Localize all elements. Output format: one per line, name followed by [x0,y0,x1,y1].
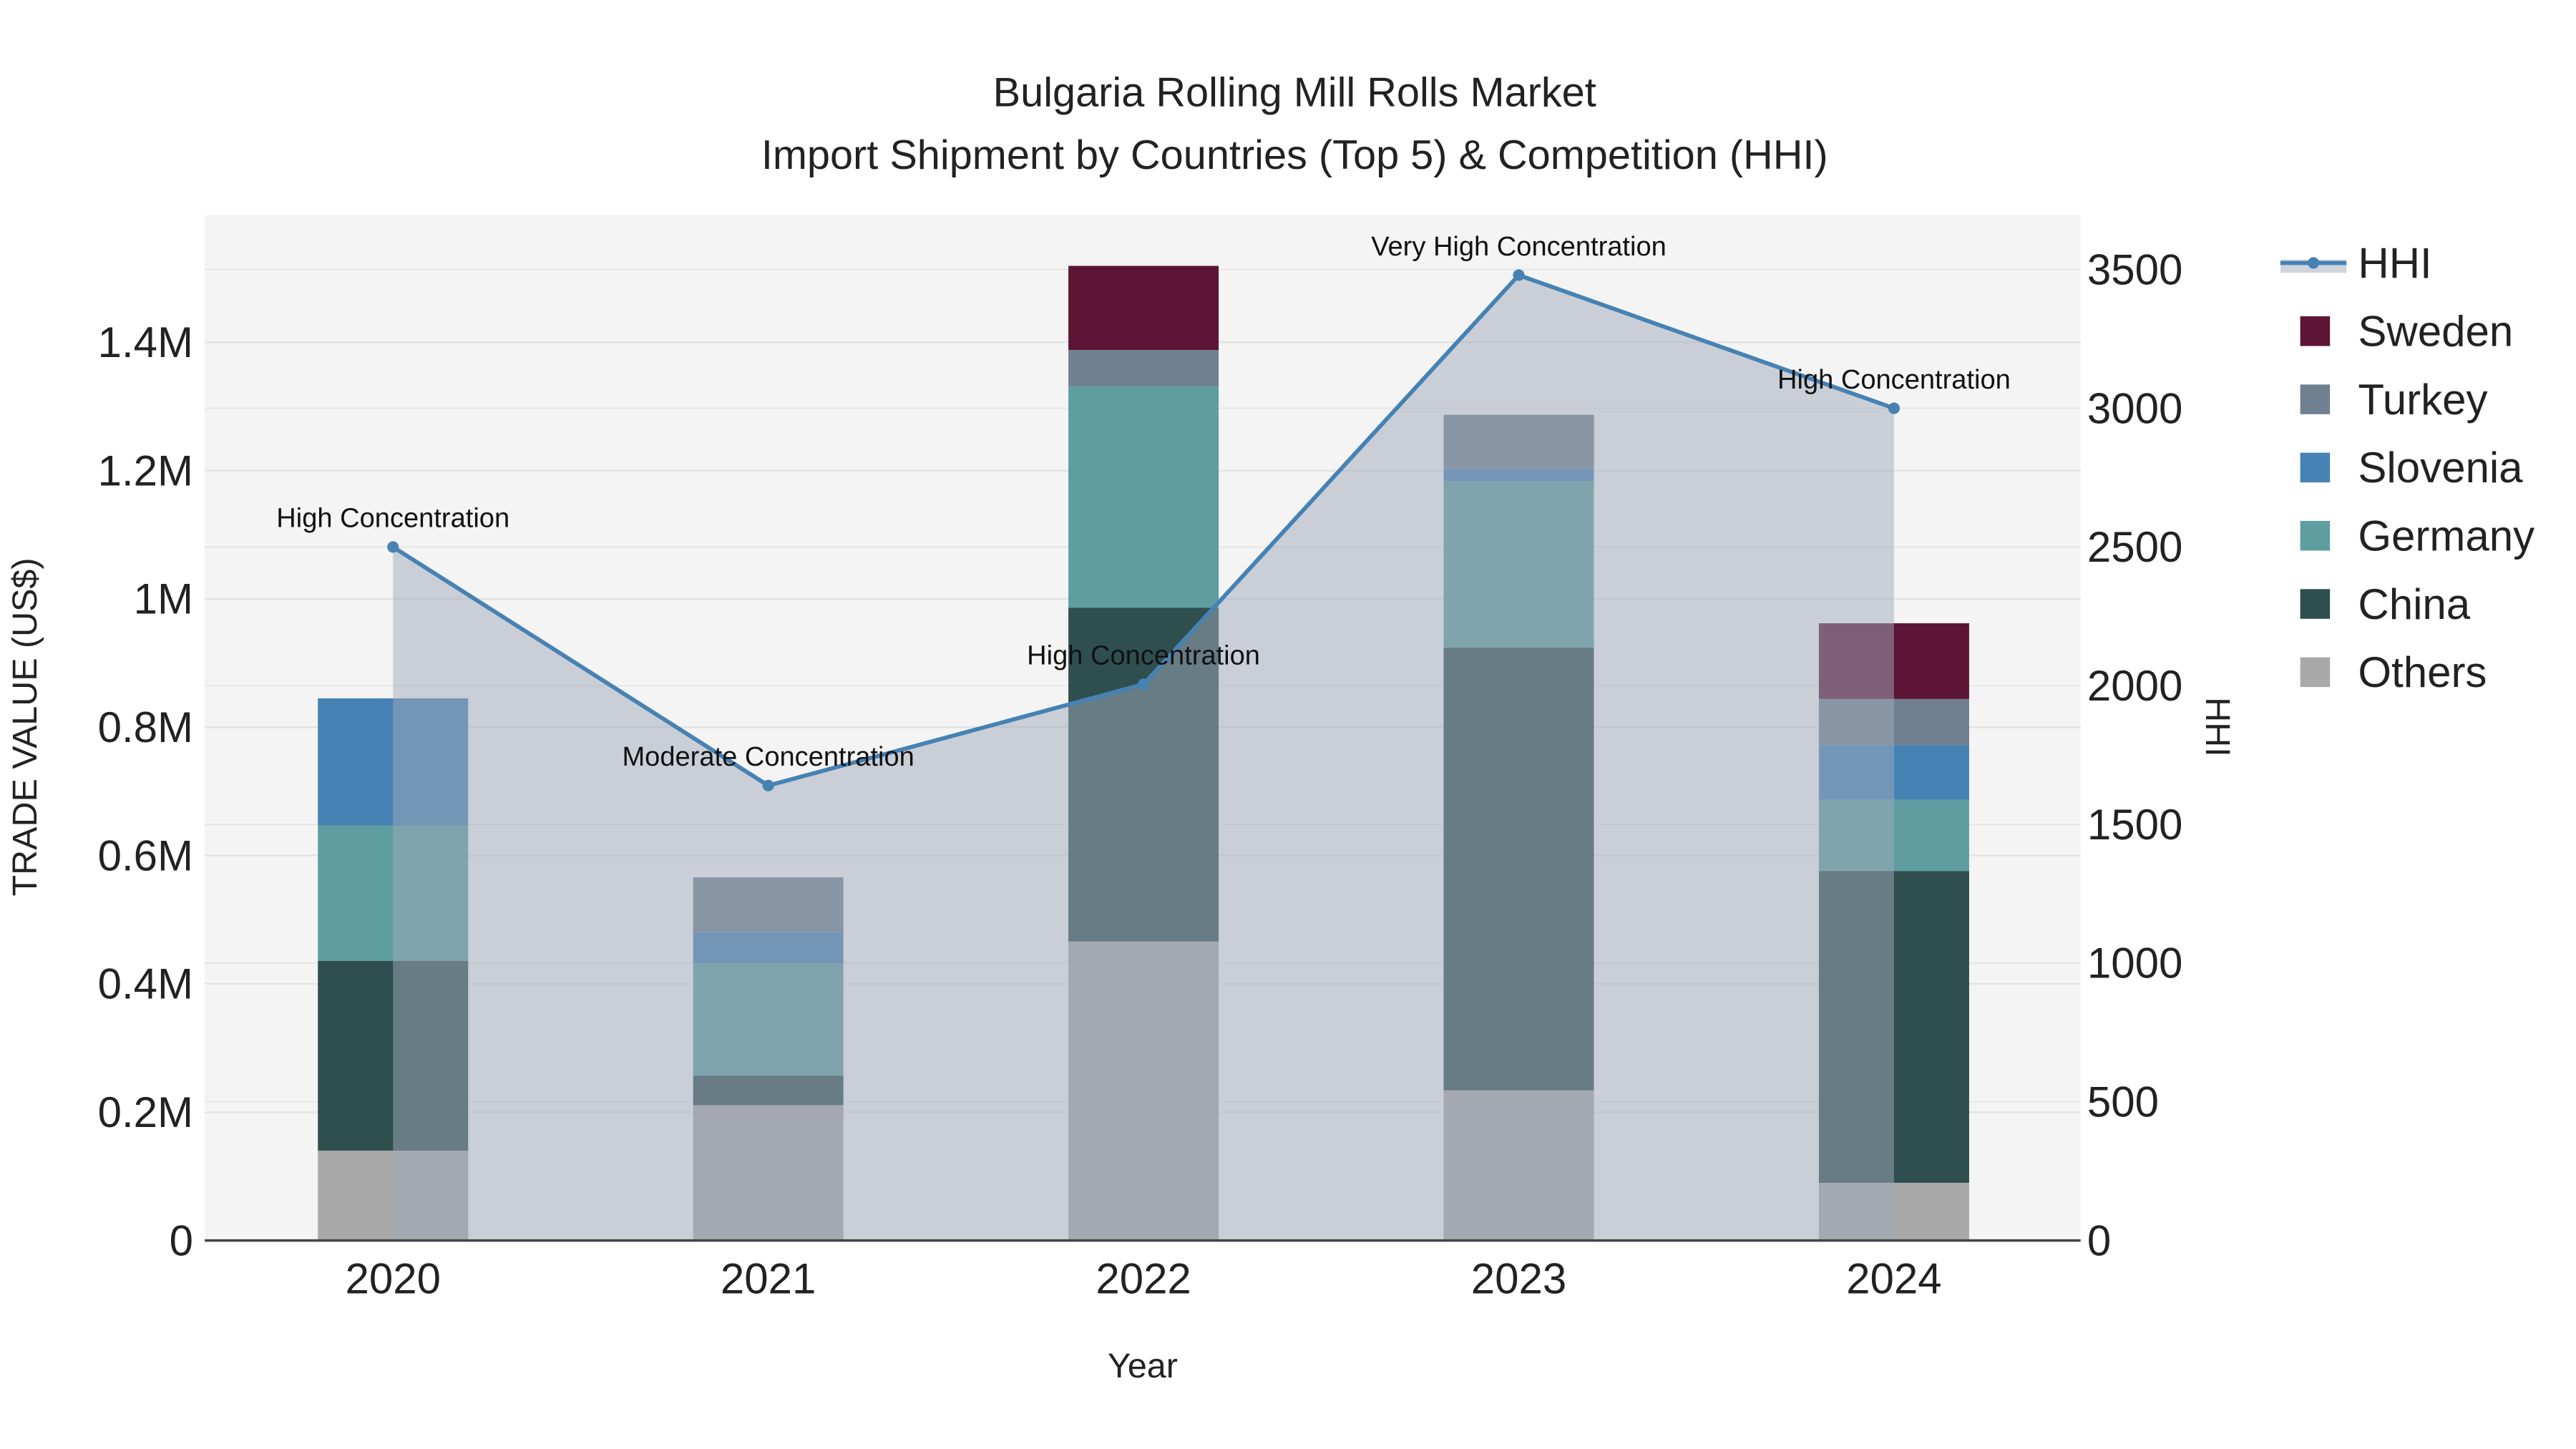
y2-tick-label: 1000 [2087,940,2182,987]
y-tick-label: 1.2M [98,447,193,494]
legend-swatch-slovenia [2300,452,2331,483]
legend-swatch-others [2300,657,2331,688]
y2-tick-label: 500 [2087,1078,2159,1126]
legend-label-china: China [2358,580,2470,628]
bar-turkey-2022 [1068,350,1219,387]
hhi-annotation: Moderate Concentration [622,742,914,772]
y2-tick-label: 0 [2087,1216,2111,1264]
x-axis-label: Year [1108,1347,1178,1385]
y2-axis-label: HHI [2198,697,2237,756]
chart-title: Bulgaria Rolling Mill Rolls Market [993,69,1596,115]
x-tick-label: 2022 [1096,1255,1191,1303]
legend-swatch-china [2300,589,2331,619]
y-tick-label: 0.2M [98,1088,193,1136]
hhi-annotation: High Concentration [1777,365,2011,395]
hhi-point-2020 [387,541,399,553]
y2-tick-label: 3000 [2087,384,2182,432]
chart-subtitle: Import Shipment by Countries (Top 5) & C… [761,132,1828,178]
hhi-annotation: Very High Concentration [1371,232,1667,262]
x-tick-label: 2024 [1846,1255,1941,1303]
hhi-point-2023 [1513,269,1525,281]
y2-tick-label: 1500 [2087,801,2182,849]
x-tick-label: 2020 [345,1255,440,1303]
legend-swatch-sweden [2300,316,2331,346]
y-tick-label: 0.4M [98,960,193,1008]
legend-label-turkey: Turkey [2358,376,2487,424]
legend-label-slovenia: Slovenia [2358,444,2523,492]
legend-label-others: Others [2358,648,2487,696]
hhi-point-2024 [1888,402,1900,414]
hhi-point-2022 [1138,678,1150,691]
y2-tick-label: 2000 [2087,662,2182,710]
x-tick-label: 2023 [1471,1255,1566,1303]
chart: Bulgaria Rolling Mill Rolls Market Impor… [0,0,2576,1449]
hhi-annotation: High Concentration [276,504,509,534]
y2-tick-label: 2500 [2087,523,2182,571]
hhi-point-2021 [762,779,774,791]
y-tick-label: 0 [170,1216,193,1264]
y2-tick-label: 3500 [2087,245,2182,293]
legend-label-germany: Germany [2358,512,2534,560]
legend-swatch-turkey [2300,384,2331,414]
y-tick-label: 0.6M [98,831,193,879]
bar-germany-2022 [1068,386,1219,608]
y-tick-label: 1M [134,575,193,623]
hhi-annotation: High Concentration [1027,641,1260,671]
legend-marker-hhi [2308,257,2320,269]
y-axis-label: TRADE VALUE (US$) [6,557,44,896]
bar-sweden-2022 [1068,265,1219,351]
legend-label-hhi: HHI [2358,239,2431,287]
y-tick-label: 1.4M [98,318,193,366]
legend-swatch-germany [2300,520,2331,551]
x-tick-label: 2021 [721,1255,816,1303]
legend-label-sweden: Sweden [2358,308,2513,356]
y-tick-label: 0.8M [98,703,193,751]
